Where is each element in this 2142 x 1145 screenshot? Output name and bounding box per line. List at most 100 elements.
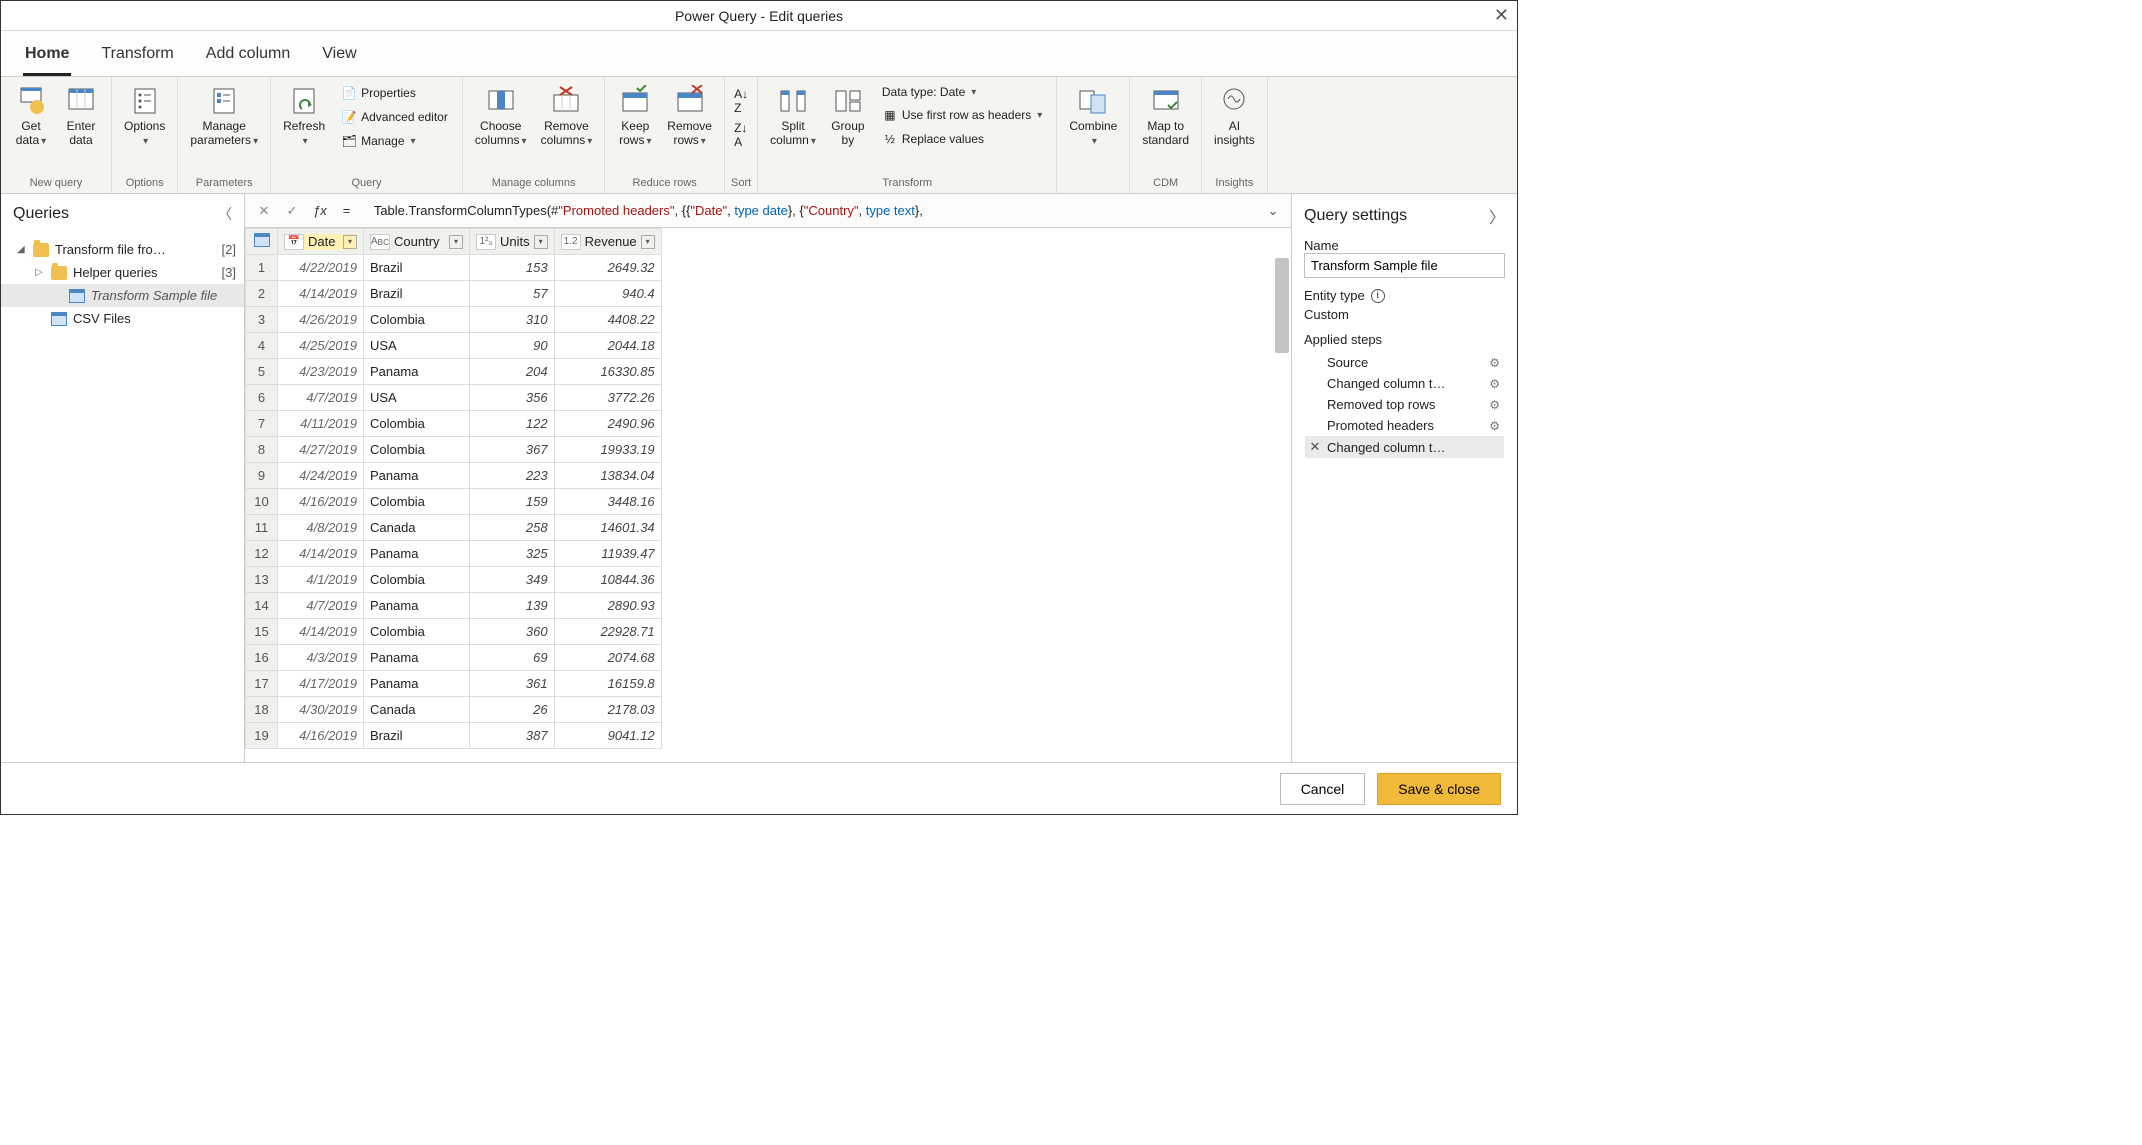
cell-date[interactable]: 4/11/2019 xyxy=(278,411,364,437)
cell-units[interactable]: 361 xyxy=(470,671,555,697)
enter-data-button[interactable]: Enterdata xyxy=(57,81,105,152)
filter-icon[interactable]: ▾ xyxy=(534,235,548,249)
table-row[interactable]: 34/26/2019Colombia3104408.22 xyxy=(246,307,662,333)
remove-columns-button[interactable]: Removecolumns▾ xyxy=(535,81,599,152)
cancel-formula-icon[interactable]: ✕ xyxy=(253,200,275,222)
cell-date[interactable]: 4/17/2019 xyxy=(278,671,364,697)
remove-rows-button[interactable]: Removerows▾ xyxy=(661,81,718,152)
table-row[interactable]: 44/25/2019USA902044.18 xyxy=(246,333,662,359)
cell-revenue[interactable]: 2649.32 xyxy=(554,255,661,281)
cell-country[interactable]: Panama xyxy=(364,593,470,619)
cell-date[interactable]: 4/8/2019 xyxy=(278,515,364,541)
cell-revenue[interactable]: 11939.47 xyxy=(554,541,661,567)
table-row[interactable]: 154/14/2019Colombia36022928.71 xyxy=(246,619,662,645)
choose-columns-button[interactable]: Choosecolumns▾ xyxy=(469,81,533,152)
cell-date[interactable]: 4/16/2019 xyxy=(278,489,364,515)
map-to-standard-button[interactable]: Map tostandard xyxy=(1136,81,1195,152)
cell-units[interactable]: 26 xyxy=(470,697,555,723)
table-row[interactable]: 144/7/2019Panama1392890.93 xyxy=(246,593,662,619)
cell-country[interactable]: Colombia xyxy=(364,619,470,645)
table-row[interactable]: 124/14/2019Panama32511939.47 xyxy=(246,541,662,567)
replace-values-button[interactable]: ½Replace values xyxy=(878,129,1046,149)
applied-step[interactable]: Changed column t…⚙ xyxy=(1305,373,1504,394)
delete-step-icon[interactable]: ✕ xyxy=(1309,439,1321,455)
cell-revenue[interactable]: 2890.93 xyxy=(554,593,661,619)
cell-country[interactable]: Panama xyxy=(364,645,470,671)
column-header-revenue[interactable]: 1.2Revenue▾ xyxy=(554,229,661,255)
data-type-button[interactable]: Data type: Date ▾ xyxy=(878,83,1046,101)
cell-revenue[interactable]: 2044.18 xyxy=(554,333,661,359)
table-row[interactable]: 84/27/2019Colombia36719933.19 xyxy=(246,437,662,463)
cell-revenue[interactable]: 2074.68 xyxy=(554,645,661,671)
properties-button[interactable]: 📄Properties xyxy=(337,83,452,103)
table-row[interactable]: 184/30/2019Canada262178.03 xyxy=(246,697,662,723)
cell-units[interactable]: 310 xyxy=(470,307,555,333)
cell-date[interactable]: 4/22/2019 xyxy=(278,255,364,281)
filter-icon[interactable]: ▾ xyxy=(343,235,357,249)
cancel-button[interactable]: Cancel xyxy=(1280,773,1366,805)
cell-country[interactable]: Panama xyxy=(364,671,470,697)
cell-revenue[interactable]: 22928.71 xyxy=(554,619,661,645)
combine-button[interactable]: Combine▾ xyxy=(1063,81,1123,152)
cell-date[interactable]: 4/14/2019 xyxy=(278,619,364,645)
cell-units[interactable]: 356 xyxy=(470,385,555,411)
cell-revenue[interactable]: 9041.12 xyxy=(554,723,661,749)
first-row-headers-button[interactable]: ▦Use first row as headers ▾ xyxy=(878,105,1046,125)
queries-tree-item[interactable]: CSV Files xyxy=(1,307,244,330)
manage-button[interactable]: 🗂Manage ▾ xyxy=(337,131,452,151)
cell-revenue[interactable]: 19933.19 xyxy=(554,437,661,463)
cell-country[interactable]: Brazil xyxy=(364,723,470,749)
queries-tree-item[interactable]: ▷Helper queries[3] xyxy=(1,261,244,284)
cell-country[interactable]: Colombia xyxy=(364,307,470,333)
cell-revenue[interactable]: 2490.96 xyxy=(554,411,661,437)
cell-units[interactable]: 367 xyxy=(470,437,555,463)
cell-country[interactable]: USA xyxy=(364,385,470,411)
ai-insights-button[interactable]: AIinsights xyxy=(1208,81,1261,152)
cell-revenue[interactable]: 13834.04 xyxy=(554,463,661,489)
queries-tree-item[interactable]: Transform Sample file xyxy=(1,284,244,307)
tab-transform[interactable]: Transform xyxy=(99,39,175,76)
cell-country[interactable]: Canada xyxy=(364,515,470,541)
applied-step[interactable]: Source⚙ xyxy=(1305,352,1504,373)
cell-units[interactable]: 349 xyxy=(470,567,555,593)
cell-revenue[interactable]: 16159.8 xyxy=(554,671,661,697)
close-icon[interactable]: ✕ xyxy=(1494,5,1509,26)
manage-parameters-button[interactable]: Manageparameters▾ xyxy=(184,81,264,152)
table-row[interactable]: 174/17/2019Panama36116159.8 xyxy=(246,671,662,697)
cell-revenue[interactable]: 16330.85 xyxy=(554,359,661,385)
gear-icon[interactable]: ⚙ xyxy=(1489,398,1500,412)
filter-icon[interactable]: ▾ xyxy=(641,235,655,249)
cell-units[interactable]: 139 xyxy=(470,593,555,619)
cell-country[interactable]: Canada xyxy=(364,697,470,723)
info-icon[interactable]: i xyxy=(1371,289,1385,303)
cell-country[interactable]: Panama xyxy=(364,541,470,567)
cell-units[interactable]: 258 xyxy=(470,515,555,541)
cell-units[interactable]: 153 xyxy=(470,255,555,281)
keep-rows-button[interactable]: Keeprows▾ xyxy=(611,81,659,152)
table-row[interactable]: 24/14/2019Brazil57940.4 xyxy=(246,281,662,307)
save-close-button[interactable]: Save & close xyxy=(1377,773,1501,805)
cell-country[interactable]: Colombia xyxy=(364,411,470,437)
cell-units[interactable]: 325 xyxy=(470,541,555,567)
refresh-button[interactable]: Refresh▾ xyxy=(277,81,331,152)
queries-tree-item[interactable]: ◢Transform file fro…[2] xyxy=(1,238,244,261)
cell-date[interactable]: 4/14/2019 xyxy=(278,281,364,307)
gear-icon[interactable]: ⚙ xyxy=(1489,377,1500,391)
cell-date[interactable]: 4/27/2019 xyxy=(278,437,364,463)
table-row[interactable]: 134/1/2019Colombia34910844.36 xyxy=(246,567,662,593)
cell-date[interactable]: 4/25/2019 xyxy=(278,333,364,359)
cell-date[interactable]: 4/30/2019 xyxy=(278,697,364,723)
cell-revenue[interactable]: 3772.26 xyxy=(554,385,661,411)
gear-icon[interactable]: ⚙ xyxy=(1489,356,1500,370)
cell-date[interactable]: 4/23/2019 xyxy=(278,359,364,385)
cell-units[interactable]: 90 xyxy=(470,333,555,359)
cell-date[interactable]: 4/26/2019 xyxy=(278,307,364,333)
vertical-scrollbar[interactable] xyxy=(1275,258,1289,353)
cell-date[interactable]: 4/16/2019 xyxy=(278,723,364,749)
table-row[interactable]: 104/16/2019Colombia1593448.16 xyxy=(246,489,662,515)
cell-units[interactable]: 204 xyxy=(470,359,555,385)
query-name-input[interactable] xyxy=(1304,253,1505,278)
cell-country[interactable]: Panama xyxy=(364,463,470,489)
table-row[interactable]: 164/3/2019Panama692074.68 xyxy=(246,645,662,671)
cell-units[interactable]: 122 xyxy=(470,411,555,437)
